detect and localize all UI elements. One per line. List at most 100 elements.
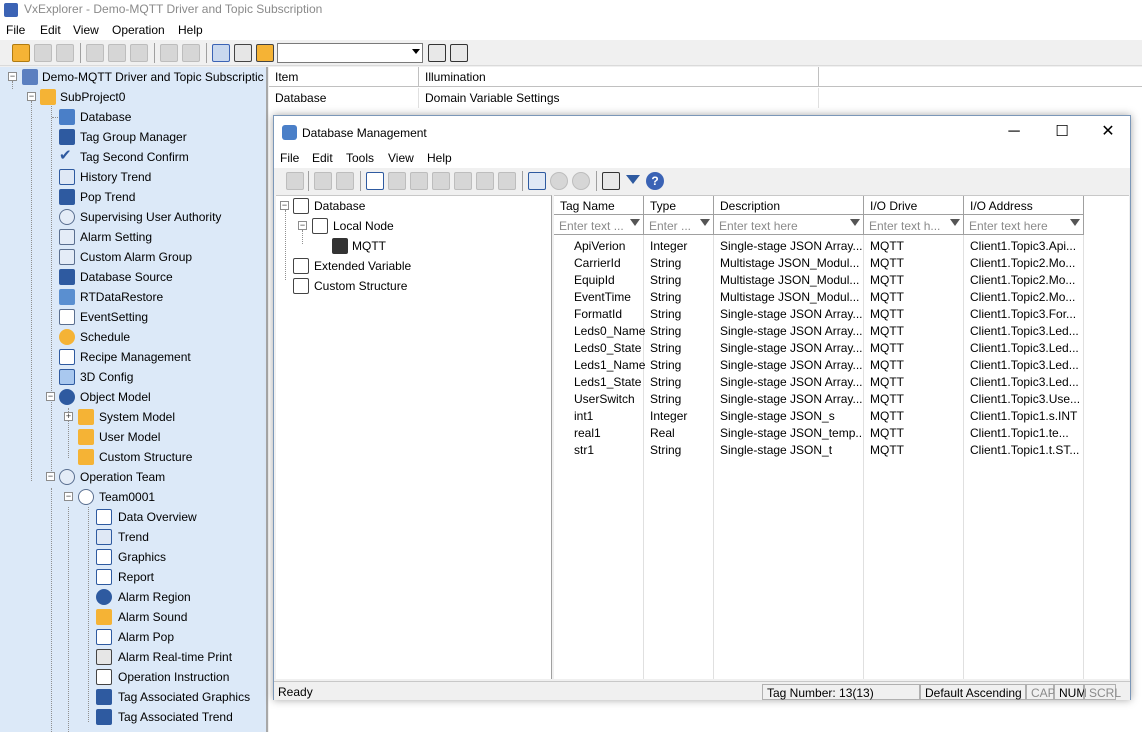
delete-icon[interactable]: [182, 44, 200, 62]
minimize-icon[interactable]: ─: [1004, 122, 1024, 142]
table-row[interactable]: int1 Integer Single-stage JSON_s MQTT Client…: [554, 408, 1129, 425]
menu-operation[interactable]: Operation: [112, 23, 165, 37]
move-up-icon[interactable]: [476, 172, 494, 190]
tree-item-pop-trend[interactable]: Pop Trend: [0, 187, 266, 207]
dialog-menu-tools[interactable]: Tools: [346, 151, 374, 165]
import-icon[interactable]: [410, 172, 428, 190]
filter-icon[interactable]: [700, 219, 710, 226]
refresh-icon[interactable]: [34, 44, 52, 62]
tree-item-alarm-realtime-print[interactable]: Alarm Real-time Print: [0, 647, 266, 667]
table-row[interactable]: Leds1_Name String Single-stage JSON Array.…: [554, 357, 1129, 374]
tree-item-operation-instruction[interactable]: Operation Instruction: [0, 667, 266, 687]
tree-item-eventsetting[interactable]: EventSetting: [0, 307, 266, 327]
filter-description[interactable]: Enter text here: [714, 215, 864, 235]
tree-item-3d-config[interactable]: 3D Config: [0, 367, 266, 387]
save-icon[interactable]: [286, 172, 304, 190]
column-header-tag-name[interactable]: Tag Name: [554, 196, 644, 215]
table-row[interactable]: Leds1_State String Single-stage JSON Array…: [554, 374, 1129, 391]
filter-icon[interactable]: [850, 219, 860, 226]
table-row[interactable]: EventTime String Multistage JSON_Modul... M…: [554, 289, 1129, 306]
tree-root[interactable]: − Demo-MQTT Driver and Topic Subscriptic: [0, 67, 266, 87]
chevron-down-icon[interactable]: [412, 49, 420, 54]
dialog-menu-edit[interactable]: Edit: [312, 151, 333, 165]
tree-extended-variable[interactable]: Extended Variable: [276, 256, 546, 276]
tree-subproject[interactable]: − SubProject0: [0, 87, 266, 107]
menu-file[interactable]: File: [6, 23, 25, 37]
tree-item-supervising-user-authority[interactable]: Supervising User Authority: [0, 207, 266, 227]
menu-edit[interactable]: Edit: [40, 23, 61, 37]
tree-item-tag-second-confirm[interactable]: ✔ Tag Second Confirm: [0, 147, 266, 167]
find-icon[interactable]: [602, 172, 620, 190]
tree-item-recipe-management[interactable]: Recipe Management: [0, 347, 266, 367]
close-icon[interactable]: ✕: [1098, 122, 1118, 142]
tree-item-object-model[interactable]: − Object Model: [0, 387, 266, 407]
collapse-toggle-icon[interactable]: −: [27, 92, 36, 101]
save-icon[interactable]: [56, 44, 74, 62]
tree-item-data-overview[interactable]: Data Overview: [0, 507, 266, 527]
column-header-type[interactable]: Type: [644, 196, 714, 215]
tree-item-user-model[interactable]: User Model: [0, 427, 266, 447]
tree-item-history-trend[interactable]: History Trend: [0, 167, 266, 187]
add-tag-icon[interactable]: [366, 172, 384, 190]
tree-item-alarm-pop[interactable]: Alarm Pop: [0, 627, 266, 647]
delete-tag-icon[interactable]: [388, 172, 406, 190]
network-icon[interactable]: [212, 44, 230, 62]
table-row[interactable]: EquipId String Multistage JSON_Modul... MQT…: [554, 272, 1129, 289]
tree-item-custom-structure[interactable]: Custom Structure: [0, 447, 266, 467]
tree-item-database[interactable]: Database: [0, 107, 266, 127]
tree-item-graphics[interactable]: Graphics: [0, 547, 266, 567]
filter-io-drive[interactable]: Enter text h...: [864, 215, 964, 235]
filter-icon[interactable]: [1070, 219, 1080, 226]
tree-item-operation-team[interactable]: − Operation Team: [0, 467, 266, 487]
export-icon[interactable]: [432, 172, 450, 190]
menu-view[interactable]: View: [73, 23, 99, 37]
filter-tag-name[interactable]: Enter text ...: [554, 215, 644, 235]
cut-icon[interactable]: [86, 44, 104, 62]
table-row[interactable]: Leds0_Name String Single-stage JSON Array.…: [554, 323, 1129, 340]
tree-database-root[interactable]: − Database: [276, 196, 546, 216]
column-header-io-drive[interactable]: I/O Drive: [864, 196, 964, 215]
tree-item-rtdatarestore[interactable]: RTDataRestore: [0, 287, 266, 307]
column-header-io-address[interactable]: I/O Address: [964, 196, 1084, 215]
copy-icon[interactable]: [108, 44, 126, 62]
column-header-illumination[interactable]: Illumination: [419, 67, 819, 87]
collapse-toggle-icon[interactable]: −: [298, 221, 307, 230]
help-icon[interactable]: ?: [646, 172, 664, 190]
dialog-menu-view[interactable]: View: [388, 151, 414, 165]
add-icon[interactable]: [160, 44, 178, 62]
filter-icon[interactable]: [950, 219, 960, 226]
filter-io-address[interactable]: Enter text here: [964, 215, 1084, 235]
tree-custom-structure[interactable]: Custom Structure: [276, 276, 546, 296]
tree-item-report[interactable]: Report: [0, 567, 266, 587]
tree-item-alarm-sound[interactable]: Alarm Sound: [0, 607, 266, 627]
tree-item-system-model[interactable]: + System Model: [0, 407, 266, 427]
history-icon[interactable]: [572, 172, 590, 190]
paste-icon[interactable]: [336, 172, 354, 190]
expand-toggle-icon[interactable]: +: [64, 412, 73, 421]
collapse-toggle-icon[interactable]: −: [64, 492, 73, 501]
table-row[interactable]: ApiVerion Integer Single-stage JSON Array.…: [554, 238, 1129, 255]
open-project-icon[interactable]: [12, 44, 30, 62]
filter-icon[interactable]: [630, 219, 640, 226]
find-icon[interactable]: [428, 44, 446, 62]
tree-mqtt[interactable]: MQTT: [276, 236, 546, 256]
collapse-toggle-icon[interactable]: −: [46, 392, 55, 401]
table-row[interactable]: CarrierId String Multistage JSON_Modul... M…: [554, 255, 1129, 272]
maximize-icon[interactable]: ☐: [1052, 122, 1072, 142]
tree-item-tag-associated-graphics[interactable]: Tag Associated Graphics: [0, 687, 266, 707]
copy-icon[interactable]: [314, 172, 332, 190]
column-header-item[interactable]: Item: [269, 67, 419, 87]
tree-item-custom-alarm-group[interactable]: Custom Alarm Group: [0, 247, 266, 267]
batch-icon[interactable]: [454, 172, 472, 190]
tree-local-node[interactable]: − Local Node: [276, 216, 546, 236]
monitor-icon[interactable]: [528, 172, 546, 190]
collapse-toggle-icon[interactable]: −: [46, 472, 55, 481]
menu-help[interactable]: Help: [178, 23, 203, 37]
filter-icon[interactable]: [624, 172, 642, 190]
tree-item-database-source[interactable]: Database Source: [0, 267, 266, 287]
filter-type[interactable]: Enter ...: [644, 215, 714, 235]
table-row[interactable]: str1 String Single-stage JSON_t MQTT Client1…: [554, 442, 1129, 459]
column-header-description[interactable]: Description: [714, 196, 864, 215]
dialog-menu-file[interactable]: File: [280, 151, 299, 165]
tree-item-trend[interactable]: Trend: [0, 527, 266, 547]
